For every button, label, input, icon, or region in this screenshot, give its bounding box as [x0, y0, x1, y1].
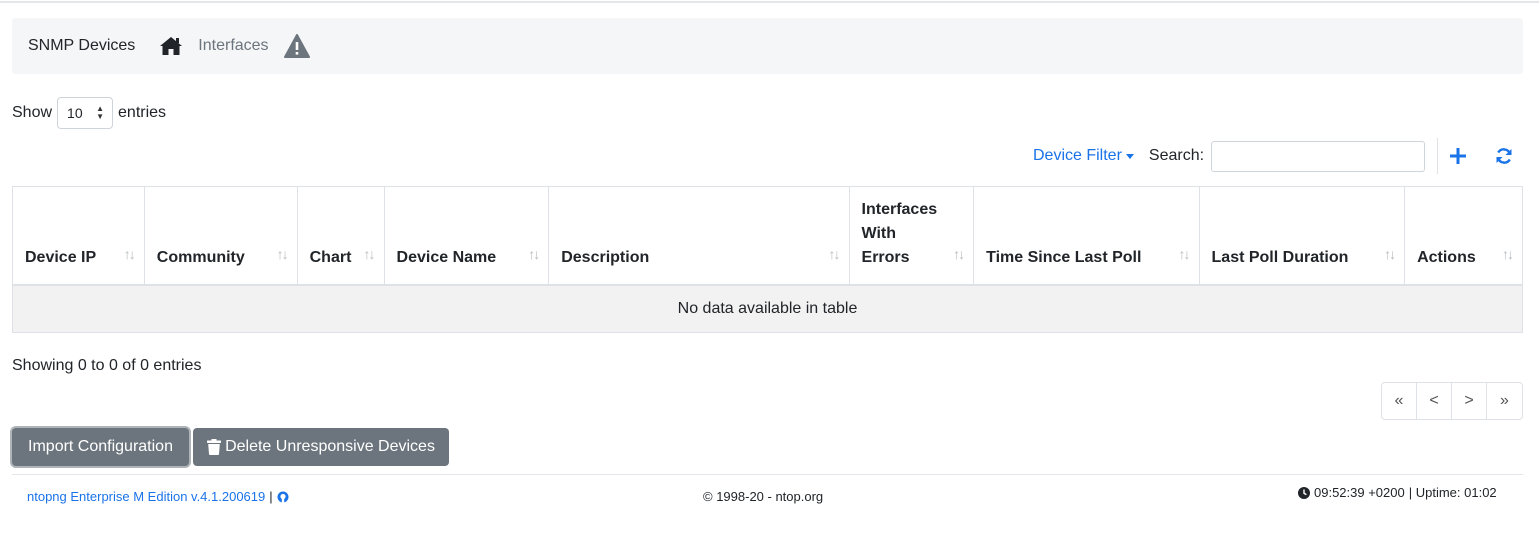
sort-icon: ↑↓: [828, 245, 841, 262]
top-divider: [0, 0, 1539, 3]
import-configuration-label: Import Configuration: [28, 438, 173, 455]
sort-icon: ↑↓: [1384, 245, 1396, 262]
column-header-time-since-last-poll[interactable]: Time Since Last Poll ↑↓: [973, 186, 1200, 286]
column-header-last-poll-duration[interactable]: Last Poll Duration ↑↓: [1199, 186, 1406, 286]
plus-icon[interactable]: [1450, 148, 1467, 164]
pagination-next[interactable]: >: [1452, 383, 1487, 419]
sort-icon: ↑↓: [276, 245, 289, 262]
entries-label: entries: [118, 104, 167, 121]
column-header-chart[interactable]: Chart ↑↓: [297, 186, 385, 286]
page-title: SNMP Devices: [28, 37, 136, 54]
current-time: 09:52:39 +0200: [1314, 485, 1405, 500]
footer-separator: |: [269, 489, 273, 504]
uptime: | Uptime: 01:02: [1408, 485, 1497, 500]
sort-icon: ↑↓: [528, 245, 540, 262]
sort-icon: ↑↓: [123, 245, 136, 262]
pagination-first[interactable]: «: [1382, 383, 1417, 419]
length-menu: Show 10 ▲ ▼ entries: [12, 97, 166, 129]
delete-unresponsive-devices-button[interactable]: Delete Unresponsive Devices: [193, 428, 449, 466]
table-header-row: Device IP ↑↓ Community ↑↓ Chart ↑↓ Device N…: [12, 186, 1523, 286]
caret-down-icon: [1125, 153, 1134, 159]
github-icon[interactable]: [277, 491, 289, 503]
breadcrumb-interfaces-link[interactable]: Interfaces: [198, 37, 268, 55]
column-header-device-name[interactable]: Device Name ↑↓: [384, 186, 550, 286]
warning-icon: [283, 34, 310, 58]
table-toolbar: Device Filter Search:: [1033, 138, 1513, 174]
edition-link[interactable]: ntopng Enterprise M Edition v.4.1.200619: [27, 489, 265, 504]
sort-icon: ↑↓: [953, 245, 965, 262]
show-label: Show: [12, 104, 53, 121]
footer-copyright: © 1998-20 - ntop.org: [703, 489, 824, 504]
home-icon[interactable]: [159, 35, 183, 57]
column-header-interfaces-with-errors[interactable]: Interfaces With Errors ↑↓: [849, 186, 975, 286]
column-header-description[interactable]: Description ↑↓: [548, 186, 850, 286]
pagination: « < > »: [1381, 382, 1523, 420]
footer-divider: [12, 474, 1523, 475]
entries-per-page-select[interactable]: 10 ▲ ▼: [57, 97, 114, 129]
pagination-last[interactable]: »: [1487, 383, 1522, 419]
table-info: Showing 0 to 0 of 0 entries: [12, 357, 202, 374]
delete-unresponsive-devices-label: Delete Unresponsive Devices: [225, 438, 435, 455]
sort-icon: ↑↓: [1502, 245, 1514, 262]
pagination-previous[interactable]: <: [1417, 383, 1452, 419]
trash-icon: [207, 439, 222, 455]
snmp-devices-table: Device IP ↑↓ Community ↑↓ Chart ↑↓ Device N…: [12, 186, 1523, 333]
footer-edition: ntopng Enterprise M Edition v.4.1.200619…: [27, 489, 289, 504]
select-arrows-icon: ▲ ▼: [96, 104, 105, 121]
table-row: No data available in table: [12, 284, 1523, 333]
search-input[interactable]: [1211, 140, 1426, 172]
column-header-actions[interactable]: Actions ↑↓: [1404, 186, 1523, 286]
clock-icon: [1298, 486, 1310, 499]
empty-table-message: No data available in table: [12, 284, 1523, 333]
toolbar-divider: [1437, 138, 1439, 174]
search-label: Search:: [1148, 147, 1205, 164]
column-header-community[interactable]: Community ↑↓: [144, 186, 298, 286]
import-configuration-button[interactable]: Import Configuration: [12, 428, 189, 466]
device-filter-dropdown[interactable]: Device Filter: [1033, 147, 1134, 165]
device-filter-label: Device Filter: [1033, 147, 1122, 164]
entries-per-page-value: 10: [67, 105, 83, 121]
breadcrumb: SNMP Devices Interfaces: [12, 18, 1523, 74]
sort-icon: ↑↓: [363, 245, 376, 262]
refresh-icon[interactable]: [1495, 147, 1513, 165]
sort-icon: ↑↓: [1178, 245, 1191, 262]
column-header-device-ip[interactable]: Device IP ↑↓: [12, 186, 145, 286]
footer-status: 09:52:39 +0200 | Uptime: 01:02: [1298, 485, 1497, 500]
